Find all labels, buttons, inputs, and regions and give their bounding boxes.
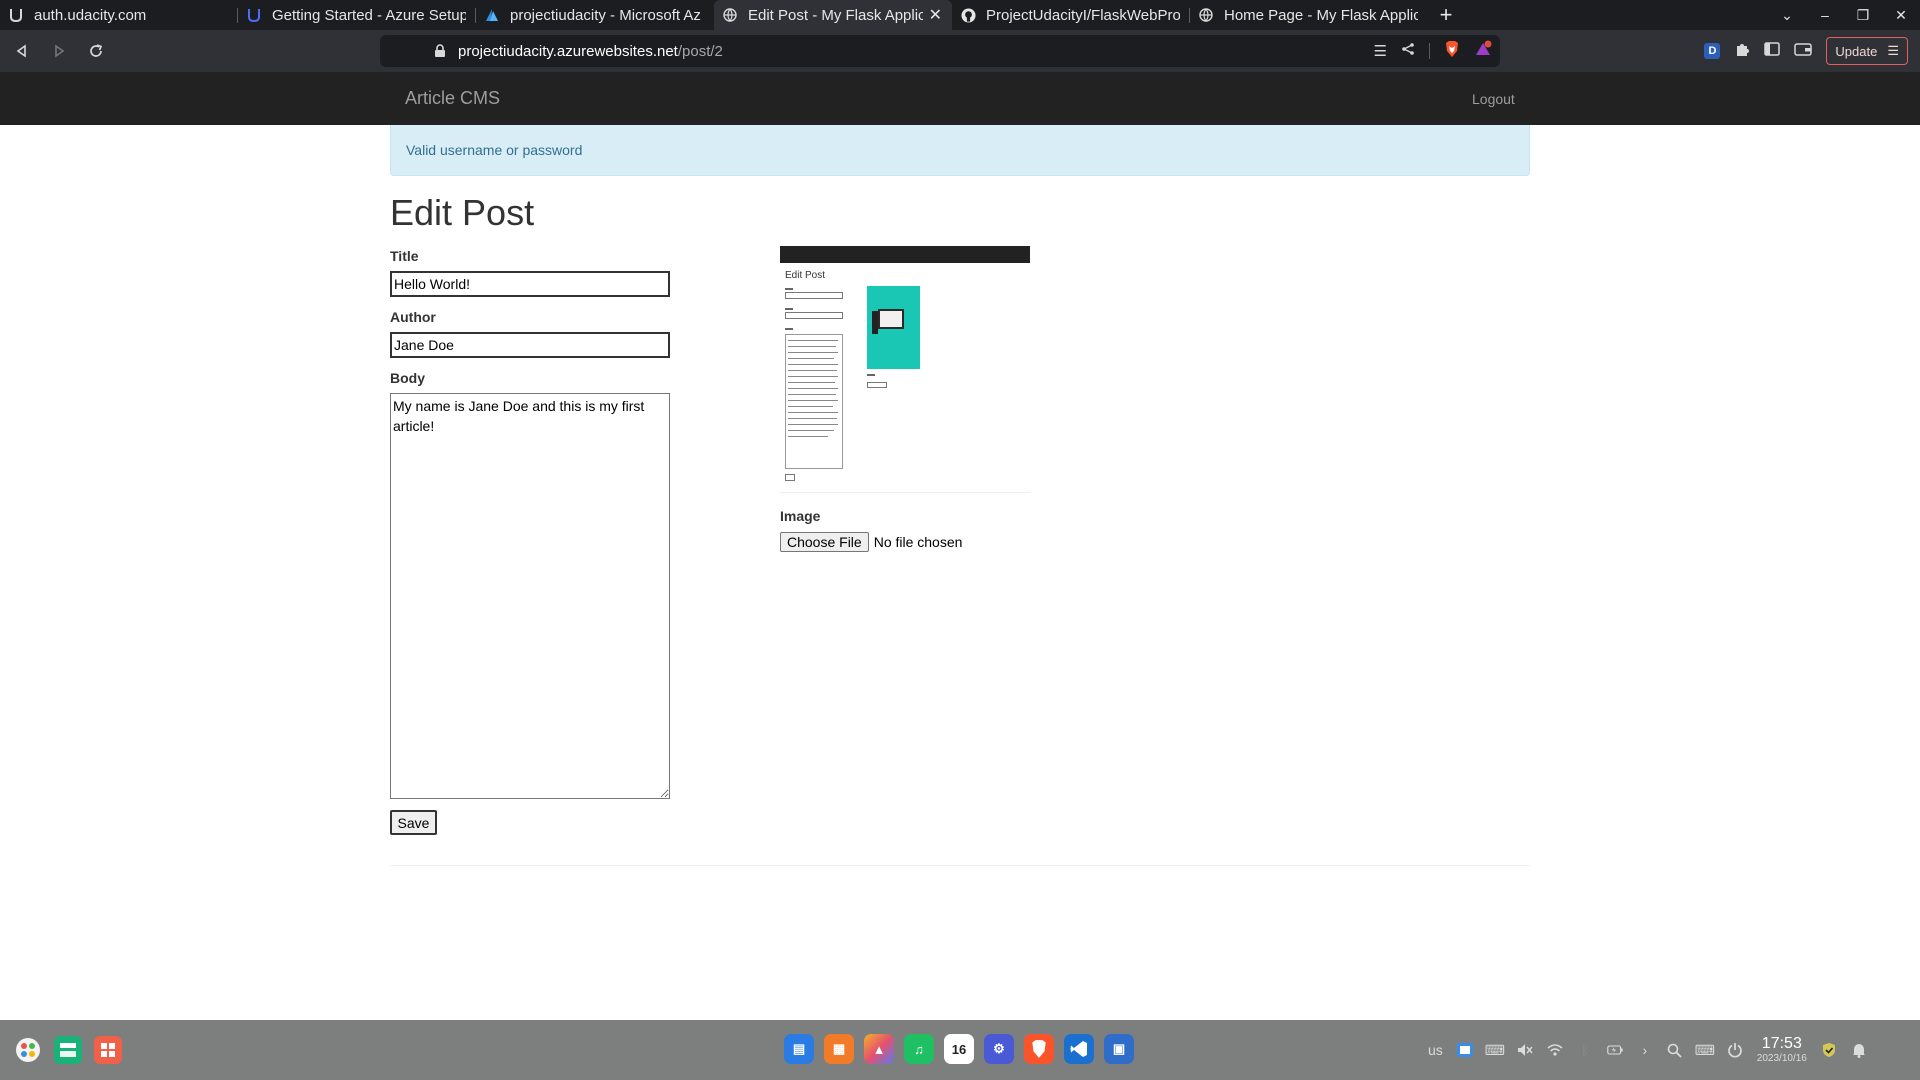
globe-icon [1198,7,1214,23]
browser-tab-6[interactable]: Home Page - My Flask Applic [1190,0,1428,30]
address-bar-actions: ☰ [1374,35,1492,67]
security-shield-icon[interactable] [1821,1042,1837,1058]
image-file-input[interactable]: Choose File No file chosen [780,532,962,552]
extensions-puzzle-icon[interactable] [1734,41,1750,62]
clock[interactable]: 17:53 2023/10/16 [1757,1036,1807,1064]
tab-label: Getting Started - Azure Setup [272,6,466,24]
app-store-icon[interactable] [94,1036,122,1064]
brave-rewards-icon[interactable] [1474,40,1492,62]
keyboard-layout[interactable]: us [1428,1042,1443,1058]
reload-icon[interactable] [81,36,111,66]
notification-bell-icon[interactable] [1851,1042,1867,1058]
tab-label: Home Page - My Flask Applic [1224,6,1418,24]
extension-d-icon[interactable]: D [1704,43,1721,59]
calendar-icon[interactable]: 16 [944,1034,974,1064]
logout-link[interactable]: Logout [1472,91,1515,107]
back-icon[interactable] [7,36,37,66]
power-icon[interactable] [1727,1042,1743,1058]
page-title: Edit Post [390,192,535,233]
tab-label: ProjectUdacityI/FlaskWebPro [986,6,1180,24]
browser-tab-strip: auth.udacity.com Getting Started - Azure… [0,0,1920,30]
address-bar[interactable]: projectiudacity.azurewebsites.net /post/… [380,35,1500,67]
author-input[interactable] [390,332,670,358]
tab-label: Edit Post - My Flask Applic [748,6,923,24]
title-input[interactable] [390,271,670,297]
tab-label: auth.udacity.com [34,6,147,24]
vscode-icon[interactable] [1064,1034,1094,1064]
reader-mode-icon[interactable]: ☰ [1374,42,1387,60]
brave-browser-icon[interactable] [1024,1034,1054,1064]
udacity-icon [246,7,262,23]
app-store-bag-icon[interactable]: ▦ [824,1034,854,1064]
new-tab-button[interactable]: + [1428,0,1464,30]
photos-icon[interactable]: ▲ [864,1034,894,1064]
post-image-thumbnail: Edit Post [780,246,1030,493]
wifi-icon[interactable] [1547,1042,1563,1058]
tab-list-chevron-icon[interactable]: ⌄ [1768,7,1806,24]
browser-tab-5[interactable]: ProjectUdacityI/FlaskWebPro [952,0,1190,30]
image-label: Image [780,508,821,524]
remote-desktop-icon[interactable]: ▣ [1104,1034,1134,1064]
volume-muted-icon[interactable] [1517,1042,1533,1058]
window-controls: ⌄ – ❐ ✕ [1768,0,1920,30]
body-label: Body [390,370,425,386]
taskbar-left [14,1036,122,1064]
toolbar-right: D Update ☰ [1704,35,1908,67]
sidebar-icon[interactable] [1764,41,1781,61]
close-tab-icon[interactable]: ✕ [929,5,942,25]
lock-icon[interactable] [434,44,448,58]
update-button[interactable]: Update ☰ [1826,37,1908,65]
browser-tab-3[interactable]: projectiudacity - Microsoft Az [476,0,714,30]
choose-file-button[interactable]: Choose File [780,532,869,552]
body-textarea[interactable]: My name is Jane Doe and this is my first… [390,393,670,799]
tray-expand-chevron-icon[interactable]: › [1637,1042,1653,1058]
author-label: Author [390,309,436,325]
settings-gear-icon[interactable]: ⚙ [984,1034,1014,1064]
udacity-icon [8,7,24,23]
tab-label: projectiudacity - Microsoft Az [510,6,701,24]
maximize-icon[interactable]: ❐ [1844,7,1882,24]
wallet-icon[interactable] [1794,42,1813,61]
onscreen-keyboard-icon[interactable]: ⌨ [1695,1042,1715,1058]
no-file-text: No file chosen [873,534,963,550]
save-button[interactable]: Save [390,810,437,835]
update-label: Update [1835,43,1878,59]
minimize-icon[interactable]: – [1806,7,1844,23]
site-navbar: Article CMS Logout [0,72,1920,125]
forward-icon[interactable] [44,36,74,66]
multitasking-icon[interactable] [54,1036,82,1064]
taskbar-dock: ▤ ▦ ▲ ♫ 16 ⚙ ▣ [784,1034,1134,1064]
battery-icon[interactable] [1607,1042,1623,1058]
azure-icon [484,7,500,23]
browser-tab-2[interactable]: Getting Started - Azure Setup [238,0,476,30]
brand-link[interactable]: Article CMS [405,88,500,109]
clock-date: 2023/10/16 [1756,1053,1807,1064]
bluetooth-icon[interactable]: ᛒ [1577,1042,1593,1058]
globe-icon [722,7,738,23]
url-path: /post/2 [677,42,723,60]
brave-shields-icon[interactable] [1444,40,1460,62]
menu-icon: ☰ [1887,43,1899,58]
calendar-day: 16 [951,1041,967,1057]
title-label: Title [390,248,419,264]
file-manager-icon[interactable]: ▤ [784,1034,814,1064]
music-icon[interactable]: ♫ [904,1034,934,1064]
clock-time: 17:53 [1761,1035,1802,1052]
launcher-icon[interactable] [14,1036,42,1064]
github-icon [960,7,976,23]
system-tray: us ⌨ ᛒ › ⌨ 17:53 2023/10/16 [1428,1036,1867,1064]
browser-tab-4-active[interactable]: Edit Post - My Flask Applic ✕ [714,0,952,30]
share-icon[interactable] [1401,42,1415,60]
search-icon[interactable] [1667,1042,1683,1058]
keyboard-icon[interactable]: ⌨ [1485,1042,1505,1058]
flash-alert: Valid username or password [390,125,1530,176]
browser-tab-1[interactable]: auth.udacity.com [0,0,238,30]
divider [390,865,1530,866]
url-host: projectiudacity.azurewebsites.net [458,42,678,60]
screenshot-app-icon[interactable] [1456,1042,1473,1058]
close-window-icon[interactable]: ✕ [1882,7,1920,24]
